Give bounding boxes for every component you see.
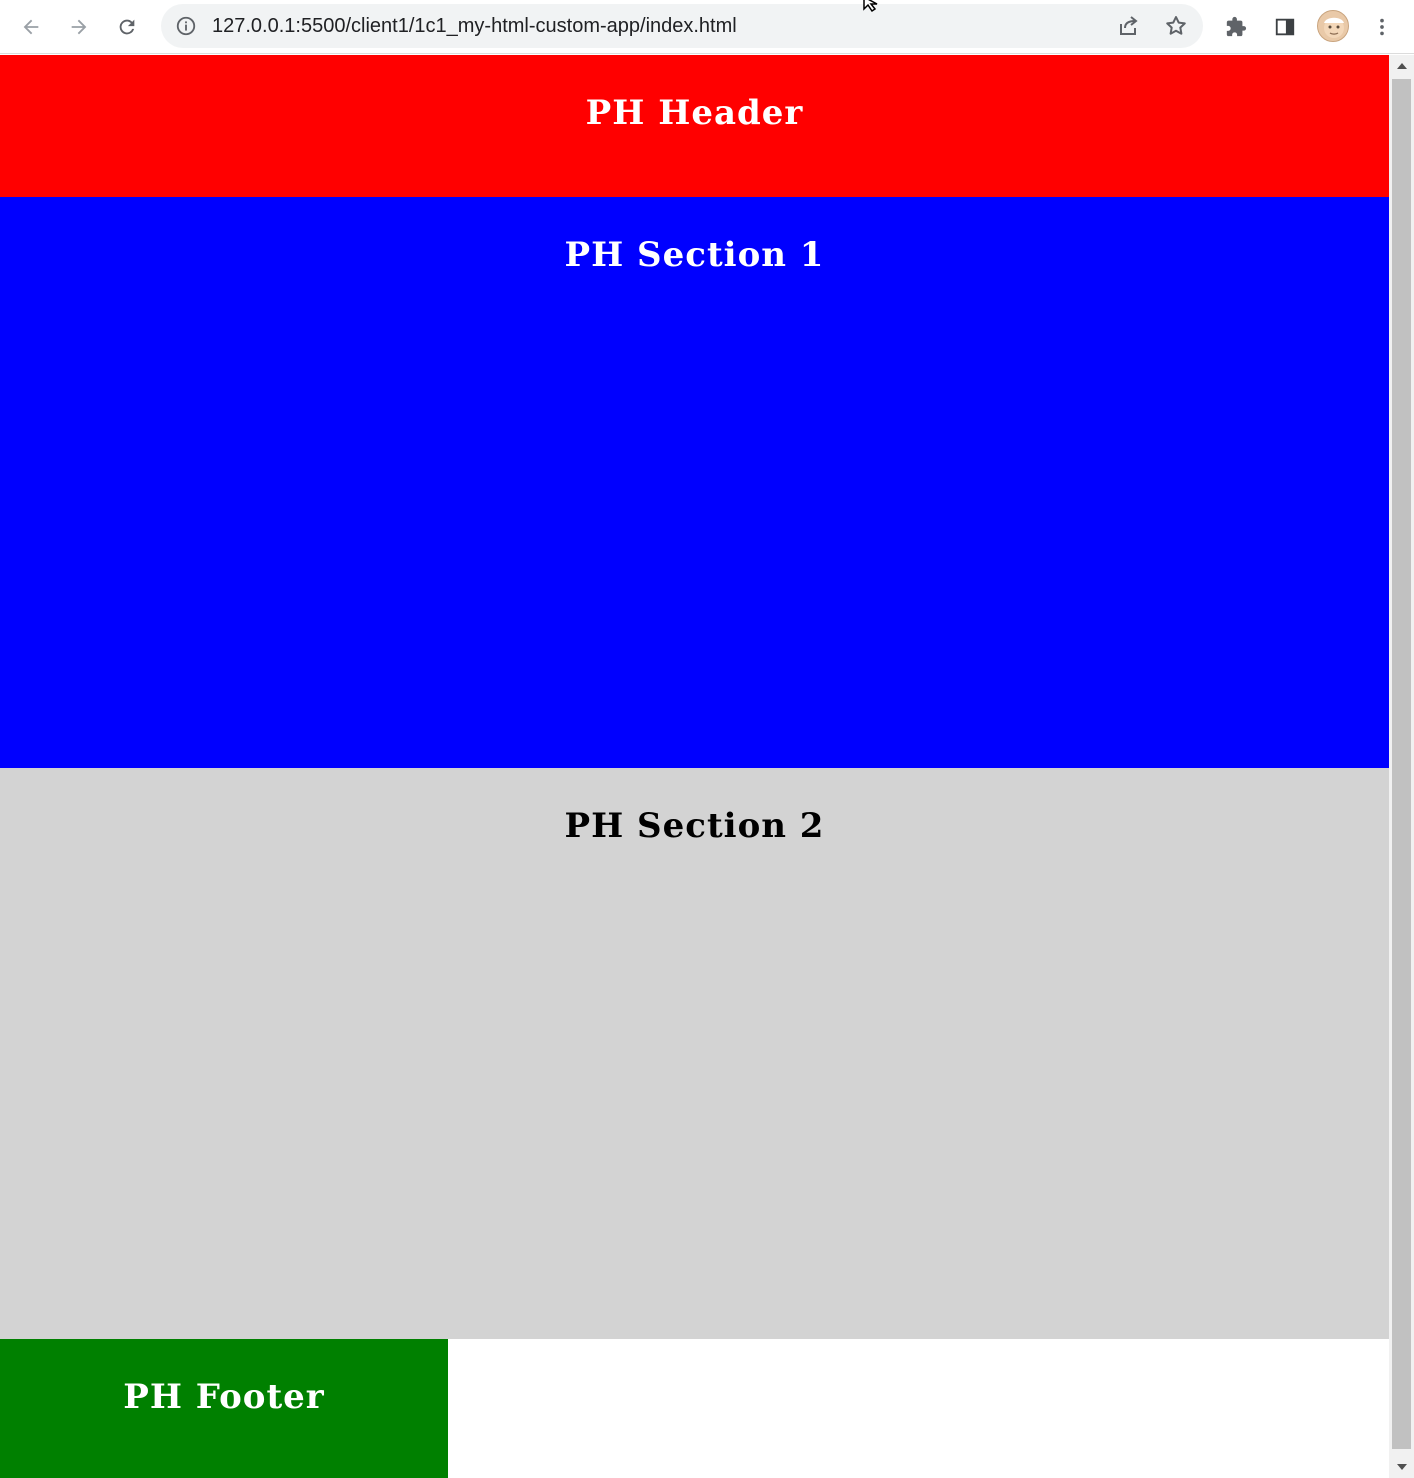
forward-button[interactable] [59,7,99,47]
header-title: PH Header [585,93,804,133]
section-1: PH Section 1 [0,197,1389,768]
kebab-menu-icon [1380,18,1384,36]
arrow-right-icon [71,19,87,35]
vertical-scrollbar[interactable] [1389,55,1414,1478]
url-text[interactable]: 127.0.0.1:5500/client1/1c1_my-html-custo… [212,4,737,48]
section-2: PH Section 2 [0,768,1389,1339]
page-header: PH Header [0,55,1389,197]
side-panel-icon [1275,18,1295,36]
info-icon[interactable] [175,15,197,37]
caret-up-icon [1396,63,1407,69]
page-viewport: PH Header PH Section 1 PH Section 2 PH F… [0,55,1389,1478]
scroll-down-arrow[interactable] [1389,1456,1414,1478]
star-icon[interactable] [1164,14,1188,38]
page-footer: PH Footer [0,1339,448,1478]
section-1-title: PH Section 1 [564,235,825,275]
section-2-title: PH Section 2 [564,806,825,846]
caret-down-icon [1396,1464,1407,1470]
share-icon[interactable] [1116,14,1140,38]
scrollbar-thumb[interactable] [1392,79,1411,1449]
menu-button[interactable] [1362,7,1402,47]
address-bar[interactable]: 127.0.0.1:5500/client1/1c1_my-html-custo… [161,4,1203,48]
avatar[interactable] [1317,10,1349,42]
mouse-cursor-icon [863,0,878,13]
reload-button[interactable] [107,7,147,47]
back-button[interactable] [11,7,51,47]
footer-title: PH Footer [123,1377,325,1417]
side-panel-button[interactable] [1265,7,1305,47]
arrow-left-icon [23,19,39,35]
browser-toolbar: 127.0.0.1:5500/client1/1c1_my-html-custo… [0,0,1414,54]
scroll-up-arrow[interactable] [1389,55,1414,77]
reload-icon [119,19,135,35]
profile-face-icon [1324,17,1344,38]
puzzle-icon [1226,16,1247,37]
extensions-button[interactable] [1216,7,1256,47]
